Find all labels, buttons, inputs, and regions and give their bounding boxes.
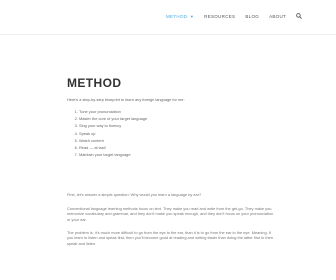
list-item: Maintain your target language xyxy=(79,151,277,158)
list-item: Sing your way to fluency xyxy=(79,122,277,129)
main-nav: Method ▼ Resources Blog About xyxy=(166,13,302,19)
nav-item-label: Blog xyxy=(245,13,260,19)
nav-item-label: About xyxy=(269,13,287,19)
nav-item-label: Resources xyxy=(204,13,236,19)
chevron-down-icon: ▼ xyxy=(189,13,195,19)
nav-item-label: Method xyxy=(166,13,188,19)
nav-item-method[interactable]: Method ▼ xyxy=(166,14,194,19)
list-item: Tune your pronunciation xyxy=(79,108,277,115)
list-item: Speak up xyxy=(79,130,277,137)
intro-text: Here's a step-by-step blueprint to learn… xyxy=(67,97,185,102)
list-item: Read — at last! xyxy=(79,144,277,151)
search-icon[interactable] xyxy=(296,13,302,19)
nav-item-resources[interactable]: Resources xyxy=(204,14,235,19)
list-item: Watch content xyxy=(79,137,277,144)
top-navigation-bar: Method ▼ Resources Blog About xyxy=(0,0,336,35)
list-item: Master the core of your target language xyxy=(79,115,277,122)
paragraph: The problem is, it's much more difficult… xyxy=(67,230,273,246)
steps-list: Tune your pronunciation Master the core … xyxy=(67,108,277,158)
nav-item-about[interactable]: About xyxy=(269,14,286,19)
nav-item-blog[interactable]: Blog xyxy=(245,14,259,19)
page-title: METHOD xyxy=(67,76,122,90)
paragraph: Conventional language learning methods f… xyxy=(67,205,274,222)
paragraph: First, let's answer a simple question: W… xyxy=(67,192,202,198)
main-content: METHOD Here's a step-by-step blueprint t… xyxy=(67,34,277,246)
